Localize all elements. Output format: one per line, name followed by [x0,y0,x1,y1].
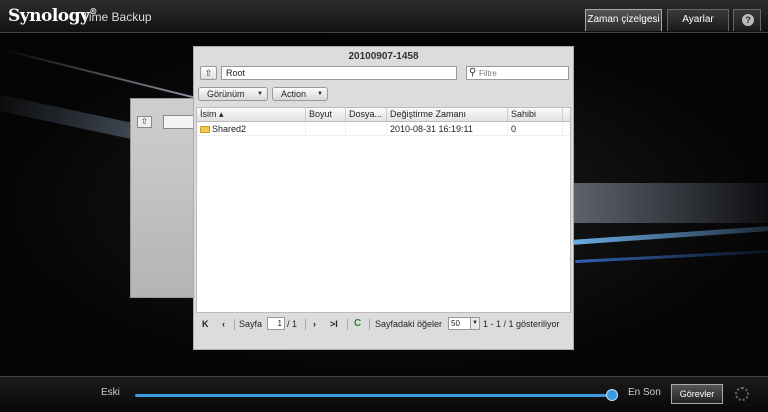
display-count: 1 - 1 / 1 gösteriliyor [483,319,560,329]
cell-type [346,123,387,135]
previous-snapshot-dialog[interactable]: ⇧ [130,98,203,298]
search-icon: ⚲ [469,67,477,78]
column-header-name[interactable]: İsim ▴ [197,108,306,121]
loading-spinner-icon [735,387,749,401]
cell-owner: 0 [508,123,563,135]
up-folder-button[interactable]: ⇧ [200,66,217,80]
column-header-modified[interactable]: Değiştirme Zamanı [387,108,508,121]
grid-header: İsim ▴ Boyut Dosya... Değiştirme Zamanı … [197,108,570,122]
action-menu-button[interactable]: Action ▼ [272,87,328,101]
separator [234,319,235,330]
cell-size [306,123,346,135]
filter-box[interactable]: ⚲ [466,66,569,80]
page-total: / 1 [287,319,298,329]
page-label: Sayfa [239,319,263,329]
up-folder-icon: ⇧ [137,116,152,128]
last-page-icon[interactable]: >I [330,319,338,330]
next-page-icon[interactable]: › [313,319,316,330]
table-row[interactable]: Shared2 2010-08-31 16:19:11 0 [197,123,570,136]
chevron-down-icon: ▼ [257,91,263,97]
file-grid: İsim ▴ Boyut Dosya... Değiştirme Zamanı … [196,107,571,313]
tasks-button[interactable]: Görevler [671,384,723,404]
tab-settings[interactable]: Ayarlar [667,9,729,31]
timeline-oldest-label: Eski [101,387,120,398]
items-per-page-label: Sayfadaki öğeler [375,319,443,329]
prev-page-icon[interactable]: ‹ [222,319,225,330]
timeline-slider-handle[interactable] [606,389,618,401]
top-bar: Synology® Time Backup Zaman çizelgesi Ay… [0,0,768,33]
cell-name: Shared2 [197,123,306,135]
column-header-size[interactable]: Boyut [306,108,346,121]
chevron-down-icon: ▼ [470,318,479,329]
view-menu-label: Görünüm [207,89,245,99]
light-streak [570,226,768,245]
view-menu-button[interactable]: Görünüm ▼ [198,87,268,101]
column-header-type[interactable]: Dosya... [346,108,387,121]
refresh-icon[interactable]: C [354,318,361,329]
action-menu-label: Action [281,89,307,99]
snapshot-title: 20100907-1458 [348,51,419,62]
separator [347,319,348,330]
page-number-input[interactable]: 1 [267,317,285,330]
items-per-page-select[interactable]: 50 ▼ [448,317,480,330]
help-button[interactable]: ? [733,9,761,31]
snapshot-browser-dialog: 20100907-1458 ⇧ Root ⚲ Görünüm ▼ Action … [193,46,574,350]
sort-asc-icon: ▴ [219,109,224,119]
timeline-slider-track[interactable] [135,394,611,397]
filter-input[interactable] [479,68,565,79]
tab-timeline[interactable]: Zaman çizelgesi [585,9,662,31]
light-streak [2,48,198,100]
folder-icon [200,126,210,134]
path-input[interactable]: Root [221,66,457,80]
timeline-latest-label: En Son [628,387,661,398]
cell-modified: 2010-08-31 16:19:11 [387,123,508,135]
light-streak [560,183,768,223]
pagination-bar: K ‹ Sayfa 1 / 1 › >I C Sayfadaki öğeler … [194,315,573,335]
column-header-owner[interactable]: Sahibi [508,108,563,121]
app-title: Time Backup [82,10,152,24]
help-icon: ? [742,14,754,26]
separator [305,319,306,330]
light-streak [575,249,768,264]
chevron-down-icon: ▼ [317,91,323,97]
first-page-icon[interactable]: K [202,319,209,330]
timeline-bar: Eski En Son Görevler [0,376,768,412]
separator [369,319,370,330]
